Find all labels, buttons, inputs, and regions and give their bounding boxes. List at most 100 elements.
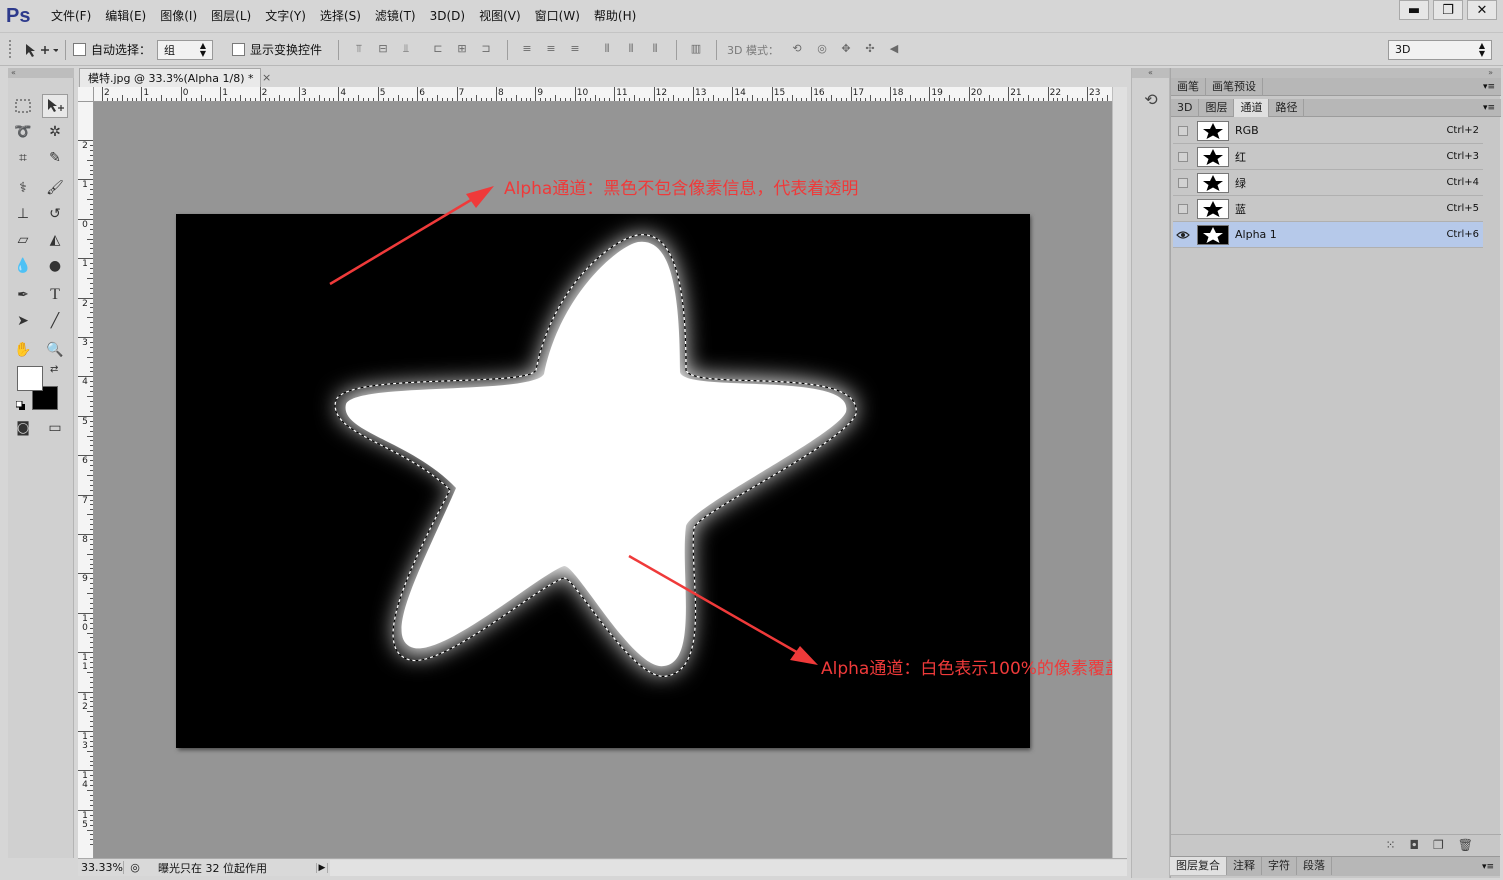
auto-select-checkbox[interactable]: 自动选择： [73,33,151,66]
menu-help[interactable]: 帮助(H) [587,0,643,33]
panel-menu-icon[interactable]: ▾≡ [1482,857,1500,876]
menu-file[interactable]: 文件(F) [44,0,98,33]
crop-tool-icon[interactable]: ⌗ [10,146,36,170]
3d-roll-icon[interactable]: ◎ [814,42,830,56]
new-channel-icon[interactable]: ❐ [1433,838,1444,852]
menu-type[interactable]: 文字(Y) [258,0,313,33]
panel-menu-icon[interactable]: ▾≡ [1483,78,1501,95]
distribute-hcenter-icon[interactable]: ⫴ [623,42,639,56]
tab-brush-presets[interactable]: 画笔预设 [1206,78,1263,96]
line-tool-icon[interactable]: ╱ [42,309,68,333]
visibility-toggle[interactable] [1173,144,1193,170]
eyedropper-tool-icon[interactable]: ✎ [42,146,68,170]
canvas-area[interactable]: Alpha通道：黑色不包含像素信息，代表着透明 Alpha通道：白色表示100%… [94,102,1112,858]
healing-brush-tool-icon[interactable]: ⚕ [10,176,36,200]
status-info-icon[interactable]: ◎ [124,861,146,874]
horizontal-ruler[interactable]: 2 1 0 1 2 3 4 5 6 7 8 9 10 11 12 13 14 15 16 17 18 19 20 21 22 23 [94,87,1123,102]
blur-tool-icon[interactable]: 💧 [10,254,36,278]
load-selection-icon[interactable]: ⁙ [1385,838,1395,852]
status-menu-arrow-icon[interactable]: ▶ [316,862,328,873]
channel-row-red[interactable]: 红 Ctrl+3 [1173,144,1483,170]
menu-layer[interactable]: 图层(L) [204,0,258,33]
eraser-tool-icon[interactable]: ▱ [10,228,36,252]
tab-notes[interactable]: 注释 [1227,857,1262,875]
hand-tool-icon[interactable]: ✋ [10,338,36,362]
menu-3d[interactable]: 3D(D) [423,0,472,33]
minimize-button[interactable]: ▬ [1399,0,1429,20]
3d-slide-icon[interactable]: ✣ [862,42,878,56]
move-tool-button[interactable] [42,94,68,118]
document-tab[interactable]: 模特.jpg @ 33.3%(Alpha 1/8) * [79,68,261,88]
vertical-scrollbar[interactable] [1112,87,1127,858]
distribute-left-icon[interactable]: ⫴ [599,42,615,56]
show-transform-checkbox[interactable]: 显示变换控件 [232,33,322,66]
tab-channels[interactable]: 通道 [1234,99,1270,117]
align-top-icon[interactable]: ⫪ [351,42,367,56]
dodge-tool-icon[interactable]: ● [42,254,68,278]
vertical-ruler[interactable]: 2 1 0 1 2 3 4 5 6 7 8 9 10 11 12 13 14 15 [78,102,94,858]
history-panel-icon[interactable]: ⟲ [1140,90,1162,112]
ruler-origin[interactable] [78,87,94,102]
path-selection-tool-icon[interactable]: ➤ [10,309,36,333]
menu-image[interactable]: 图像(I) [153,0,204,33]
document-canvas[interactable] [94,102,1112,858]
eye-icon[interactable] [1173,222,1193,248]
foreground-color-swatch[interactable] [17,366,43,391]
menu-view[interactable]: 视图(V) [472,0,528,33]
delete-channel-icon[interactable]: 🗑 [1458,838,1473,852]
visibility-toggle[interactable] [1173,118,1193,144]
tab-paths[interactable]: 路径 [1269,99,1305,117]
visibility-toggle[interactable] [1173,196,1193,222]
toolbox-collapse-icon[interactable]: « [8,68,74,78]
distribute-vcenter-icon[interactable]: ≡ [543,42,559,56]
3d-rotate-icon[interactable]: ⟲ [789,42,805,56]
horizontal-scrollbar[interactable] [330,859,1127,876]
zoom-level[interactable]: 33.33% [78,861,124,874]
dock-expand-icon[interactable]: « [1132,68,1169,78]
align-bottom-icon[interactable]: ⫫ [398,42,414,56]
menu-window[interactable]: 窗口(W) [528,0,587,33]
document-close-icon[interactable]: × [262,68,274,88]
3d-pan-icon[interactable]: ✥ [838,42,854,56]
screen-mode-icon[interactable]: ▭ [42,416,68,440]
menu-edit[interactable]: 编辑(E) [98,0,153,33]
auto-select-dropdown[interactable]: 组 ▲ ▼ [157,39,213,60]
align-right-icon[interactable]: ⊐ [478,42,494,56]
magic-wand-tool-icon[interactable]: ✲ [42,120,68,144]
align-left-icon[interactable]: ⊏ [430,42,446,56]
tool-preset-picker[interactable] [24,33,58,66]
quick-mask-icon[interactable]: ◙ [10,416,36,440]
lasso-tool-icon[interactable]: ➰ [10,120,36,144]
tab-paragraph[interactable]: 段落 [1297,857,1332,875]
marquee-tool-icon[interactable] [10,94,36,118]
tab-layers[interactable]: 图层 [1199,99,1235,117]
3d-scale-icon[interactable]: ◀ [886,42,902,56]
save-selection-icon[interactable]: ◘ [1410,838,1420,852]
paint-bucket-tool-icon[interactable]: ◭ [42,228,68,252]
distribute-bottom-icon[interactable]: ≡ [567,42,583,56]
zoom-tool-icon[interactable]: 🔍 [42,338,68,362]
auto-align-icon[interactable]: ▥ [688,42,704,56]
distribute-right-icon[interactable]: ⫴ [647,42,663,56]
brush-tool-icon[interactable]: 🖌 [42,176,68,200]
default-colors-icon[interactable] [15,400,26,410]
visibility-toggle[interactable] [1173,170,1193,196]
close-button[interactable]: ✕ [1467,0,1497,20]
panel-menu-icon[interactable]: ▾≡ [1483,99,1501,116]
clone-stamp-tool-icon[interactable]: ⊥ [10,202,36,226]
history-brush-tool-icon[interactable]: ↺ [42,202,68,226]
swap-colors-icon[interactable]: ⇄ [50,364,58,375]
channel-row-rgb[interactable]: RGB Ctrl+2 [1173,118,1483,144]
type-tool-icon[interactable]: T [42,283,68,307]
menu-filter[interactable]: 滤镜(T) [368,0,423,33]
align-hcenter-icon[interactable]: ⊞ [454,42,470,56]
workspace-dropdown[interactable]: 3D ▲ ▼ [1388,39,1492,60]
channel-row-blue[interactable]: 蓝 Ctrl+5 [1173,196,1483,222]
tab-brush[interactable]: 画笔 [1171,78,1206,96]
align-vcenter-icon[interactable]: ⊟ [375,42,391,56]
tab-3d[interactable]: 3D [1171,99,1200,117]
maximize-button[interactable]: ❐ [1433,0,1463,20]
menu-select[interactable]: 选择(S) [313,0,368,33]
tab-character[interactable]: 字符 [1262,857,1297,875]
channel-row-alpha-1[interactable]: Alpha 1 Ctrl+6 [1173,222,1483,248]
